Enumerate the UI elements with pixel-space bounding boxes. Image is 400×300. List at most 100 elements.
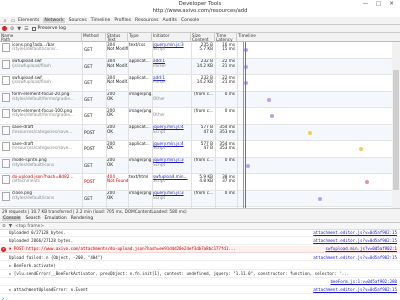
request-size: (from c... <box>193 157 213 163</box>
column-divider <box>191 42 192 208</box>
col-type[interactable]: Type <box>128 33 152 42</box>
network-summary: 29 requests | 10.7 KB transferred | 2.2 … <box>0 208 400 215</box>
request-time: 0 ms <box>224 108 235 113</box>
console-message: Uploaded 2866/27128 bytes. attachment.edi… <box>0 238 400 245</box>
request-initiator[interactable]: jquery.min.js:3 Script <box>152 191 190 208</box>
table-row[interactable]: save-draft/resources/categories/save... P… <box>0 124 392 142</box>
console-message-text: ▸ attachmentUploadError: n.Event <box>9 287 88 293</box>
request-initiator[interactable]: jquery.min.js:4 Script <box>152 141 190 158</box>
maximize-button[interactable]: □ <box>372 0 385 8</box>
window-titlebar: Developer Tools http://www.axivo.com/res… <box>0 0 400 17</box>
console-message-text: Uploaded 2866/27128 bytes. <box>9 238 74 244</box>
timeline-bar <box>318 196 322 201</box>
request-size: 5.9 KB 4.8 KB <box>199 174 213 184</box>
request-initiator[interactable]: swfupload.min... Script <box>152 174 190 191</box>
error-icon: ✕ <box>1 247 6 253</box>
console-source-link[interactable]: beeForm.js:1:v=0d5af902:280 <box>330 279 397 285</box>
console-message-text: Upload failed: n {Object, -200, "404"} <box>9 254 103 260</box>
device-mode-icon[interactable]: ▭ <box>10 18 16 24</box>
tab-audits[interactable]: Audits <box>162 18 176 23</box>
drawer-tab-rendering[interactable]: Rendering <box>71 216 93 221</box>
scrollbar-thumb[interactable] <box>393 70 399 190</box>
table-row[interactable]: save-draft/resources/categories/save... P… <box>0 141 392 158</box>
request-initiator[interactable]: jquery.min.js:3 Script <box>152 42 190 59</box>
col-status[interactable]: Status Text <box>106 33 128 42</box>
console-message-text: ▸ BeeFork.activate( <box>9 262 56 268</box>
table-row[interactable]: swfupload.swf/js/swfupload/flash GET 304 No… <box>0 58 392 76</box>
request-initiator[interactable]: Other <box>152 92 190 109</box>
console-toolbar: ⊘ ▼ <top frame> <box>0 223 400 230</box>
file-icon <box>2 59 10 69</box>
table-row[interactable]: close.png/styles/default/icons GET 200 OK im… <box>0 190 392 208</box>
col-size[interactable]: Size Content <box>191 33 215 42</box>
table-row[interactable]: icons.png?ada.../bar/styles/default/icon… <box>0 42 392 59</box>
file-icon <box>2 158 10 168</box>
close-button[interactable]: ✕ <box>385 0 398 8</box>
request-initiator[interactable]: jquery.min.js:4 Script <box>152 125 190 142</box>
request-initiator[interactable]: add:1 Parser <box>152 75 190 92</box>
col-time[interactable]: Time Latency <box>215 33 237 42</box>
table-row[interactable]: form-element-focus-20.png/styles/default… <box>0 91 392 109</box>
tab-timeline[interactable]: Timeline <box>91 18 111 23</box>
context-selector[interactable]: <top frame> <box>15 224 44 229</box>
tab-elements[interactable]: Elements <box>18 18 39 23</box>
inspect-icon[interactable]: ⌕ <box>2 18 8 24</box>
tab-console[interactable]: Console <box>181 18 199 23</box>
tab-profiles[interactable]: Profiles <box>114 18 131 23</box>
request-initiator[interactable]: Other <box>152 108 190 125</box>
request-type: applicat... <box>129 141 150 146</box>
clear-icon[interactable]: ⊘ <box>10 26 14 32</box>
request-type: image/png <box>129 157 152 163</box>
request-name: do-upload.json?hash=8d82.../attachments <box>12 174 74 184</box>
panel-tabbar: ⌕ ▭ Elements Network Sources Timeline Pr… <box>0 17 400 25</box>
request-status: 304Not Modif... <box>107 58 128 68</box>
preserve-log-checkbox[interactable] <box>31 26 36 31</box>
list-view-icon[interactable]: ☰ <box>24 26 28 32</box>
col-method[interactable]: Method <box>82 33 106 42</box>
request-time: 22 ms 21 ms <box>222 58 235 68</box>
console-message: ▸ [vlu.sendError/__BeeForkActivator, pre… <box>0 271 400 278</box>
console-source-link[interactable]: attachment.editor.js?v=0d5af902:15 <box>313 255 397 261</box>
request-method: GET <box>84 80 93 85</box>
request-size: (from c... <box>193 190 213 196</box>
request-status: 200 OK <box>107 108 115 118</box>
drawer-tab-search[interactable]: Search <box>25 216 40 221</box>
console-source-link[interactable]: attachment.editor.js?v=0d5af902:15 <box>313 287 397 293</box>
drawer-tab-emulation[interactable]: Emulation <box>45 216 67 221</box>
record-button[interactable] <box>2 26 7 31</box>
console-error: ✕ ✖ POST https://www.axivo.com/attachment… <box>0 246 400 254</box>
col-name[interactable]: Name Path <box>0 33 82 42</box>
column-divider <box>237 42 238 208</box>
col-initiator[interactable]: Initiator <box>152 33 191 42</box>
console-source-link[interactable]: attachment.editor.js?v=0d5af902:15 <box>313 238 397 244</box>
tab-network[interactable]: Network <box>43 18 65 23</box>
filter-console-icon[interactable]: ▼ <box>9 224 12 229</box>
request-method: GET <box>84 162 93 168</box>
table-row[interactable]: swfupload.swf/js/swfupload/flash GET 304 No… <box>0 75 392 92</box>
console-prompt[interactable]: > <box>0 296 400 300</box>
request-name: form-element-focus-20.png/styles/default… <box>12 91 74 101</box>
table-row[interactable]: form-element-focus-100.png/styles/defaul… <box>0 108 392 125</box>
request-initiator[interactable]: add:1 Parser <box>152 59 190 76</box>
table-row[interactable]: mode-sprite.png/styles/default/icons GET 2… <box>0 157 392 175</box>
request-list-scrollbar[interactable] <box>392 42 400 208</box>
filter-icon[interactable]: ▼ <box>17 26 21 32</box>
request-method: POST <box>84 146 96 151</box>
tab-sources[interactable]: Sources <box>69 18 87 23</box>
minimize-button[interactable]: — <box>359 0 372 8</box>
request-initiator[interactable]: jquery.min.js:3 Script <box>152 158 190 175</box>
console-source-link[interactable]: attachment.editor.js?v=0d5af902:15 <box>313 230 397 236</box>
table-row[interactable]: do-upload.json?hash=8d82.../attachments P… <box>0 174 392 191</box>
request-time: 38 ms 37 ms <box>222 174 235 184</box>
request-status: 200 OK <box>107 141 115 151</box>
col-timeline[interactable]: Timeline <box>237 33 400 42</box>
request-time: 0 ms <box>224 91 235 97</box>
request-size: 577 B 47 B <box>200 124 213 134</box>
request-method: GET <box>84 96 93 102</box>
console-source-link[interactable]: swfupload.min.js?v=0d5af902:1 <box>325 246 397 253</box>
request-time: 16 ms 15 ms <box>222 42 235 52</box>
drawer-tab-console[interactable]: Console <box>2 216 22 221</box>
clear-console-icon[interactable]: ⊘ <box>2 224 6 229</box>
tab-resources[interactable]: Resources <box>135 18 158 23</box>
request-size: 232 B 14.2 KB <box>196 58 213 68</box>
